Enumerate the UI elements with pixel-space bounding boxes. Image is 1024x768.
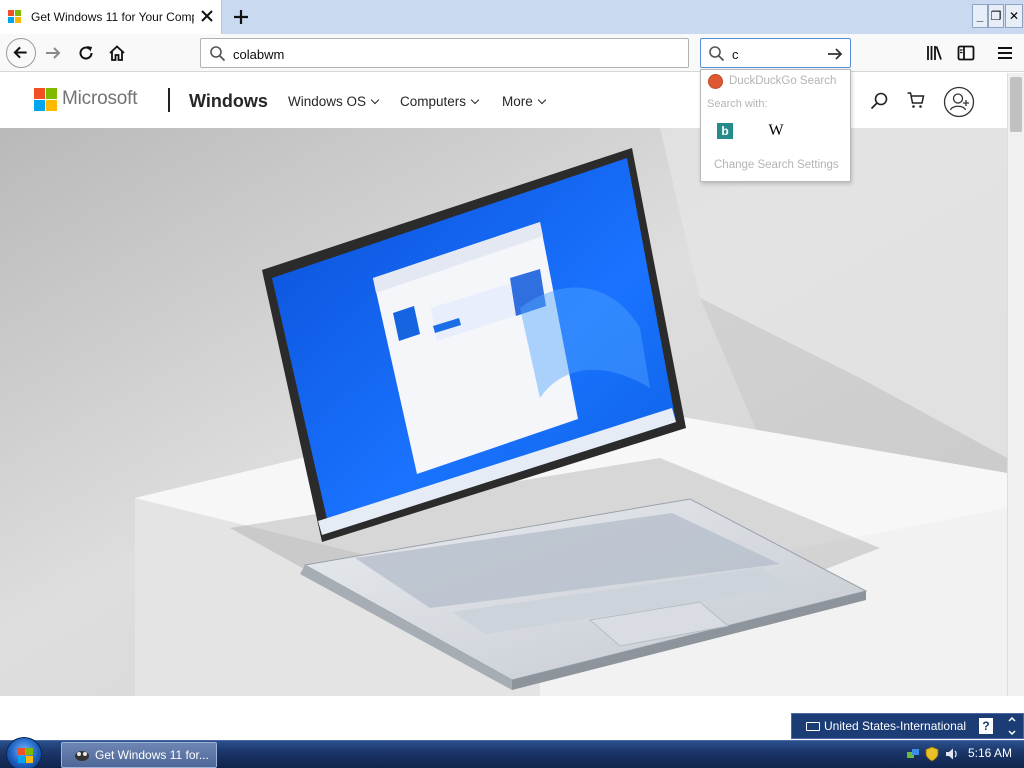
- search-bar[interactable]: c: [700, 38, 851, 68]
- search-icon: [709, 46, 725, 62]
- nav-windows-os[interactable]: Windows OS: [288, 94, 380, 109]
- chevron-down-icon: [470, 95, 480, 105]
- tab-strip: Get Windows 11 for Your Comp _ ❐ ✕: [0, 0, 1024, 34]
- site-search-icon[interactable]: [869, 91, 889, 111]
- input-language[interactable]: United States-International: [824, 719, 966, 733]
- taskbar: Get Windows 11 for... 5:16 AM: [0, 737, 1024, 768]
- minimize-label: _: [976, 9, 984, 23]
- restore-label: ❐: [990, 9, 1002, 23]
- nav-label: More: [502, 94, 533, 109]
- minimize-button[interactable]: _: [972, 4, 988, 28]
- search-input[interactable]: c: [732, 47, 739, 62]
- back-button[interactable]: [6, 38, 36, 68]
- address-bar[interactable]: colabwm: [200, 38, 689, 68]
- new-tab-button[interactable]: [231, 7, 251, 27]
- language-options-icon[interactable]: [1007, 717, 1017, 735]
- brand-name[interactable]: Microsoft: [62, 88, 137, 110]
- browser-tab[interactable]: Get Windows 11 for Your Comp: [0, 0, 222, 34]
- chevron-down-icon: [537, 95, 547, 105]
- hero-image: [0, 128, 1007, 696]
- keyboard-icon: [806, 722, 820, 731]
- product-title[interactable]: Windows: [189, 91, 268, 112]
- microsoft-logo-icon[interactable]: [34, 88, 58, 112]
- help-button[interactable]: ?: [979, 718, 993, 734]
- go-arrow-icon[interactable]: [826, 45, 844, 63]
- home-icon[interactable]: [108, 44, 126, 62]
- cart-icon[interactable]: [906, 90, 926, 110]
- chevron-down-icon: [370, 95, 380, 105]
- search-suggestions-popup: DuckDuckGo Search Search with: b W Chang…: [700, 69, 851, 182]
- web-page: Microsoft Windows Windows OS Computers M…: [0, 73, 1007, 696]
- network-icon[interactable]: [905, 746, 921, 762]
- default-engine-label[interactable]: DuckDuckGo Search: [729, 75, 836, 87]
- sidebar-icon[interactable]: [957, 44, 975, 62]
- nav-more[interactable]: More: [502, 94, 547, 109]
- clock[interactable]: 5:16 AM: [968, 746, 1012, 760]
- shield-icon[interactable]: [924, 746, 940, 762]
- wikipedia-engine-button[interactable]: W: [767, 122, 785, 140]
- laptop-illustration: [0, 128, 1007, 696]
- start-button[interactable]: [6, 737, 42, 768]
- site-header: Microsoft Windows Windows OS Computers M…: [0, 73, 1007, 128]
- taskbar-item-label: Get Windows 11 for...: [95, 748, 209, 762]
- search-icon: [210, 46, 226, 62]
- header-divider: [168, 88, 170, 112]
- account-icon[interactable]: [943, 86, 975, 118]
- navigation-toolbar: colabwm c: [0, 34, 1024, 72]
- bing-engine-button[interactable]: b: [717, 123, 733, 139]
- address-input[interactable]: colabwm: [233, 47, 284, 62]
- nav-label: Windows OS: [288, 94, 367, 109]
- tab-title: Get Windows 11 for Your Comp: [31, 10, 194, 24]
- nav-computers[interactable]: Computers: [400, 94, 480, 109]
- screen: Get Windows 11 for Your Comp _ ❐ ✕ colab…: [0, 0, 1024, 768]
- microsoft-favicon-icon: [8, 10, 22, 24]
- reload-icon[interactable]: [77, 44, 95, 62]
- duckduckgo-icon: [708, 74, 723, 89]
- browser-app-icon: [75, 751, 89, 761]
- page-scrollbar[interactable]: [1007, 73, 1024, 696]
- scrollbar-thumb[interactable]: [1010, 77, 1022, 132]
- forward-arrow-icon[interactable]: [44, 44, 62, 62]
- change-search-settings-button[interactable]: Change Search Settings: [714, 159, 839, 171]
- hamburger-menu-icon[interactable]: [996, 44, 1014, 62]
- language-bar[interactable]: United States-International ?: [791, 713, 1024, 739]
- close-window-button[interactable]: ✕: [1005, 4, 1023, 28]
- library-icon[interactable]: [925, 44, 943, 62]
- nav-label: Computers: [400, 94, 467, 109]
- back-arrow-icon: [13, 46, 27, 59]
- tab-close-icon[interactable]: [199, 8, 215, 24]
- restore-button[interactable]: ❐: [988, 4, 1004, 28]
- search-with-label: Search with:: [707, 98, 768, 110]
- taskbar-browser-item[interactable]: Get Windows 11 for...: [61, 742, 217, 768]
- volume-icon[interactable]: [944, 746, 960, 762]
- close-label: ✕: [1008, 9, 1020, 23]
